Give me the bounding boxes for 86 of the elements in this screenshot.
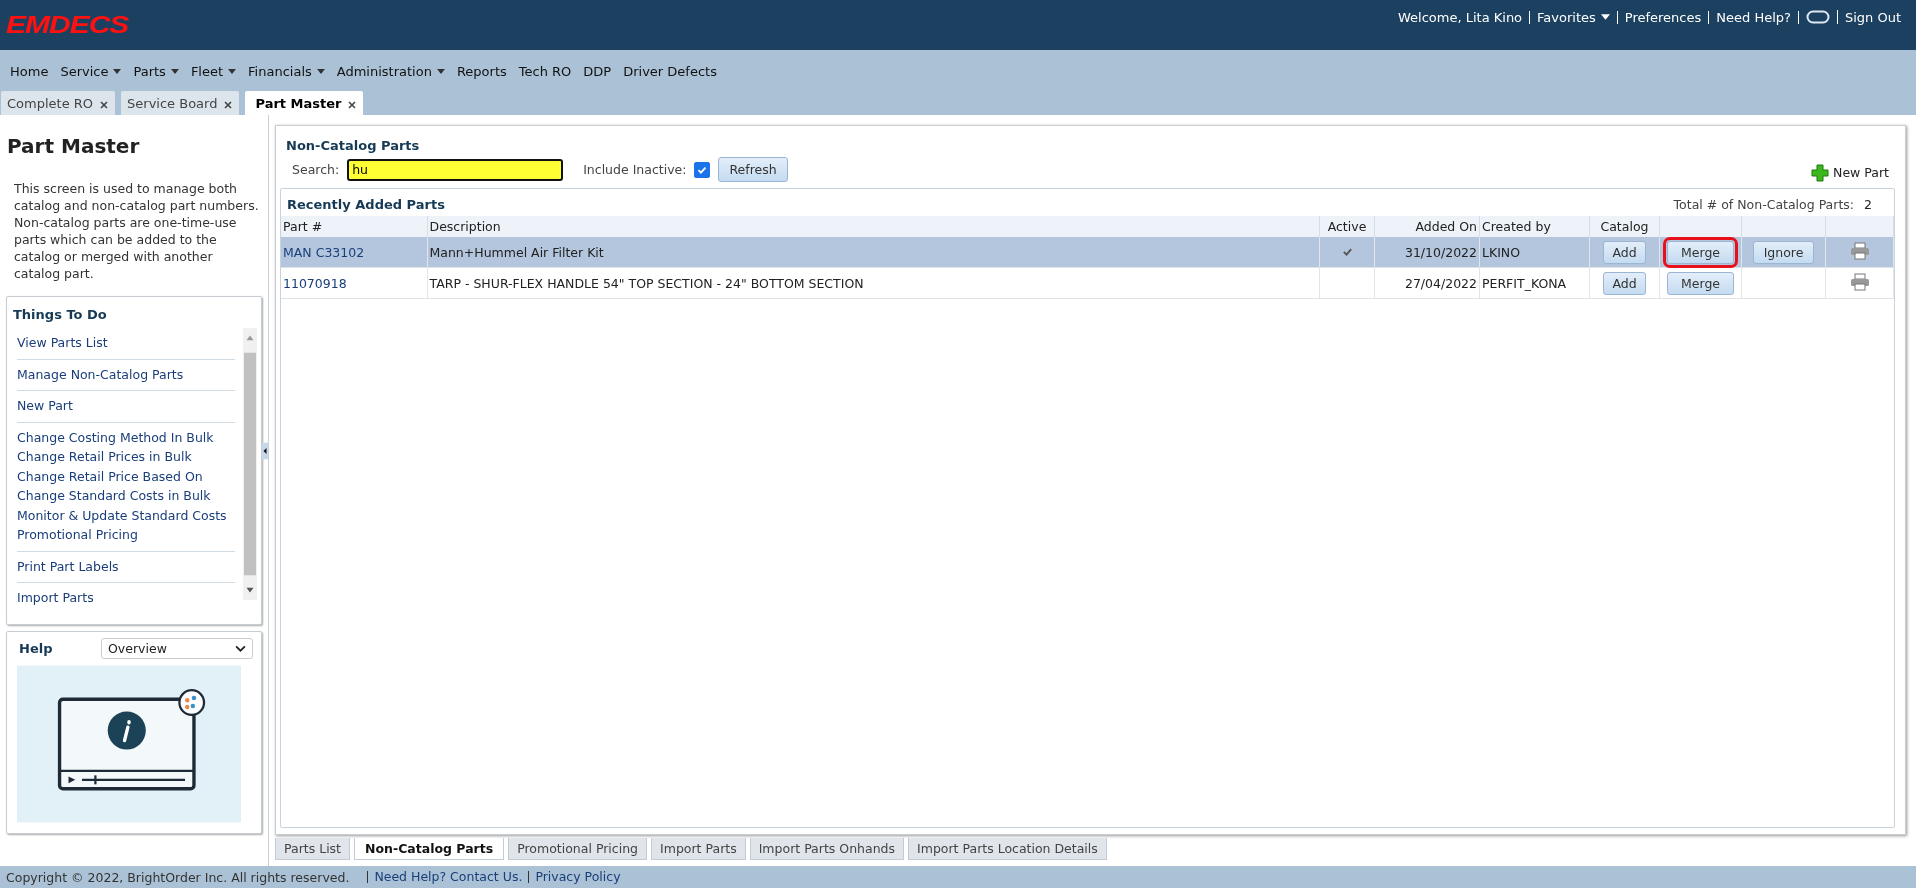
close-icon[interactable] xyxy=(99,100,110,110)
task-link[interactable]: View Parts List xyxy=(17,333,235,353)
search-field[interactable]: hu xyxy=(347,158,564,181)
tab[interactable]: Service Board xyxy=(121,91,240,115)
total-count: 2 xyxy=(1864,197,1872,212)
table-cell: PERFIT_KONA xyxy=(1482,275,1567,291)
header-link[interactable]: Preferences xyxy=(1617,10,1710,24)
column-header: Part # xyxy=(281,216,427,237)
part-number-link[interactable]: 11070918 xyxy=(283,275,347,291)
header-link[interactable]: Need Help? xyxy=(1709,10,1799,24)
menu-item[interactable]: Home xyxy=(4,63,55,79)
task-link[interactable]: Import Parts xyxy=(17,588,235,608)
logo: EMDECS xyxy=(6,11,129,39)
menu-item[interactable]: Reports xyxy=(450,63,513,79)
section-title: Non-Catalog Parts xyxy=(285,137,421,155)
caret-icon xyxy=(1600,14,1610,20)
new-part-link[interactable]: New Part xyxy=(1833,165,1889,180)
menu-item[interactable]: DDP xyxy=(577,63,618,79)
tab[interactable]: Import Parts xyxy=(651,838,746,860)
column-header: Added On xyxy=(1374,216,1480,237)
menu-item[interactable]: Fleet xyxy=(184,63,243,79)
menu-item[interactable]: Parts xyxy=(127,63,185,79)
table-row[interactable]: 11070918 TARP - SHUR-FLEX HANDLE 54" TOP SECTION - 24" BOTTOM SECTION 27/04/2022 PERFIT_KONA Add Merge xyxy=(281,267,1894,299)
topic-dropdown[interactable]: Overview xyxy=(101,638,253,659)
section-title: Recently Added Parts xyxy=(287,197,446,212)
tab[interactable]: Parts List xyxy=(275,838,350,860)
menu-item[interactable]: Tech RO xyxy=(512,63,578,79)
footer-link[interactable]: Privacy Policy xyxy=(528,871,627,883)
table-cell: Mann+Hummel Air Filter Kit xyxy=(429,244,604,260)
copyright-text: Copyright © 2022, BrightOrder Inc. All rights reserved. xyxy=(6,869,350,885)
description-text: This screen is used to manage both catalog and non-catalog part numbers. Non-catalog parts are one-time-use parts which can be added to the catalog or merged with another catalog part. xyxy=(14,180,260,282)
table-cell: 31/10/2022 xyxy=(1404,244,1477,260)
panel-title: Things To Do xyxy=(12,306,108,324)
column-header: Catalog xyxy=(1589,216,1660,237)
ignore-button[interactable]: Ignore xyxy=(1752,240,1815,264)
task-link[interactable]: New Part xyxy=(17,396,235,416)
task-link[interactable]: Change Retail Prices in Bulk xyxy=(17,447,235,467)
page-title: Part Master xyxy=(7,134,141,158)
footer-link[interactable]: Need Help? Contact Us. xyxy=(367,871,529,883)
menu-item[interactable]: Administration xyxy=(330,63,451,79)
task-link[interactable]: Change Standard Costs in Bulk xyxy=(17,486,235,506)
welcome-text: Welcome, Lita Kino xyxy=(1390,10,1531,24)
add-button[interactable]: Add xyxy=(1603,240,1646,264)
table-cell: TARP - SHUR-FLEX HANDLE 54" TOP SECTION - 24" BOTTOM SECTION xyxy=(429,275,864,291)
column-header: Description xyxy=(427,216,1320,237)
caret-icon xyxy=(436,68,445,74)
menu-item[interactable]: Driver Defects xyxy=(617,63,723,79)
refresh-button[interactable]: Refresh xyxy=(718,157,788,182)
task-link[interactable]: Manage Non-Catalog Parts xyxy=(17,364,235,384)
menu-item[interactable]: Service xyxy=(54,63,128,79)
table-cell: 27/04/2022 xyxy=(1404,275,1477,291)
include-inactive-label: Include Inactive: xyxy=(583,162,687,177)
tab[interactable]: Non-Catalog Parts xyxy=(354,838,505,860)
plus-icon[interactable] xyxy=(1811,163,1830,182)
task-link[interactable]: Promotional Pricing xyxy=(17,525,235,545)
panel-title: Help xyxy=(19,641,53,656)
caret-icon xyxy=(170,68,179,74)
tab[interactable]: Part Master xyxy=(245,91,364,115)
search-label: Search: xyxy=(292,162,340,177)
menu-item[interactable]: Financials xyxy=(242,63,331,79)
tab[interactable]: Complete RO xyxy=(1,91,116,115)
column-header: Active xyxy=(1319,216,1375,237)
task-link[interactable]: Change Retail Price Based On xyxy=(17,466,235,486)
table-cell: LKINO xyxy=(1482,244,1521,260)
task-link[interactable]: Print Part Labels xyxy=(17,556,235,576)
close-icon[interactable] xyxy=(347,100,358,110)
task-link[interactable]: Change Costing Method In Bulk xyxy=(17,427,235,447)
total-label: Total # of Non-Catalog Parts: xyxy=(1673,197,1855,212)
caret-icon xyxy=(113,68,122,74)
printer-icon[interactable] xyxy=(1849,272,1870,291)
column-header: Created by xyxy=(1479,216,1590,237)
chevron-icon xyxy=(235,645,246,652)
caret-icon xyxy=(228,68,237,74)
tab[interactable]: Import Parts Location Details xyxy=(908,838,1107,860)
merge-button[interactable]: Merge xyxy=(1667,271,1734,295)
scrollbar[interactable] xyxy=(243,328,257,600)
header-link[interactable]: Favorites xyxy=(1530,10,1618,24)
tab[interactable]: Import Parts Onhands xyxy=(749,838,905,860)
tab[interactable]: Promotional Pricing xyxy=(508,838,648,860)
add-button[interactable]: Add xyxy=(1603,271,1646,295)
task-link[interactable]: Monitor & Update Standard Costs xyxy=(17,505,235,525)
sign-out-link[interactable]: Sign Out xyxy=(1837,9,1908,25)
video-thumbnail-drawing[interactable] xyxy=(17,665,241,823)
printer-icon[interactable] xyxy=(1849,241,1870,260)
caret-icon xyxy=(316,68,325,74)
close-icon[interactable] xyxy=(223,100,234,110)
